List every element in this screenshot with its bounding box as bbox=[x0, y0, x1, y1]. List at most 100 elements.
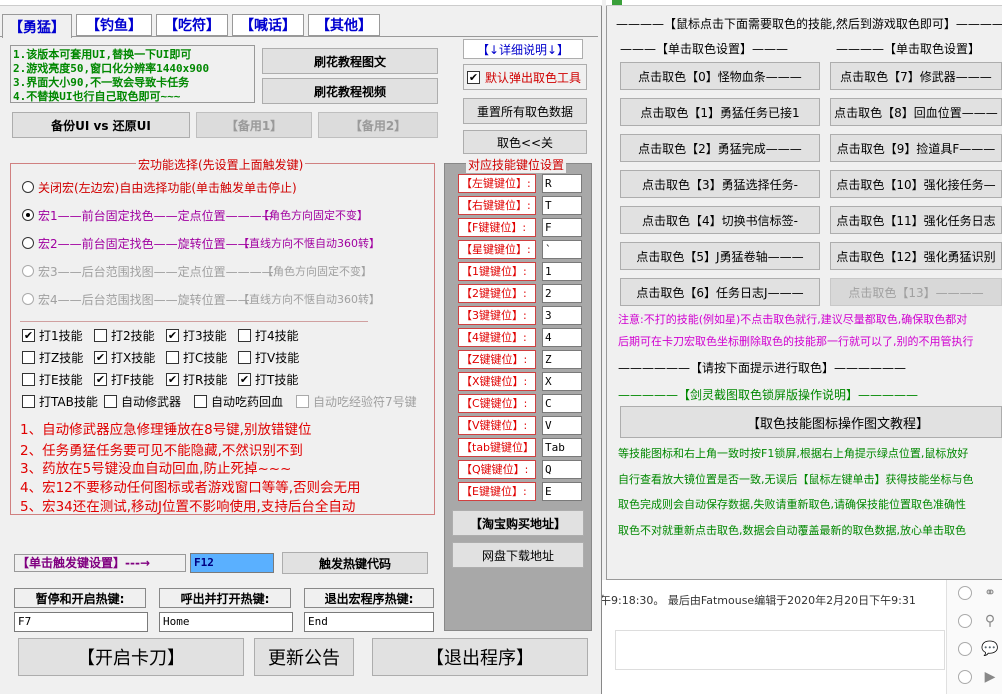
trigger-code-button[interactable]: 触发热键代码 bbox=[282, 552, 428, 574]
note-line-b: 后期可在卡刀宏取色坐标删除取色的技能那一行就可以了,别的不用管执行 bbox=[618, 335, 974, 348]
show-hotkey-input[interactable]: Home bbox=[159, 612, 293, 632]
tab-qita[interactable]: 【其他】 bbox=[308, 14, 380, 36]
tab-yongmeng[interactable]: 【勇猛】 bbox=[2, 14, 72, 38]
spare1-button[interactable]: 【备用1】 bbox=[196, 112, 312, 138]
pick-color-11-button[interactable]: 点击取色【11】强化任务日志 bbox=[830, 206, 1002, 234]
key-input-c[interactable]: C bbox=[542, 394, 582, 413]
pick-color-8-button[interactable]: 点击取色【8】回血位置——— bbox=[830, 98, 1002, 126]
key-input-v[interactable]: V bbox=[542, 416, 582, 435]
chk-auto-potion[interactable] bbox=[194, 395, 207, 408]
radio-macro-1[interactable] bbox=[22, 209, 34, 221]
pick-color-4-button[interactable]: 点击取色【4】切换书信标签- bbox=[620, 206, 820, 234]
key-input-star[interactable]: ` bbox=[542, 240, 582, 259]
key-input-x[interactable]: X bbox=[542, 372, 582, 391]
exit-button[interactable]: 【退出程序】 bbox=[372, 638, 588, 676]
chk-skill-3-label: 打3技能 bbox=[183, 329, 227, 343]
macro-group-title: 宏功能选择(先设置上面触发键) bbox=[136, 156, 306, 173]
flower-tutorial-image-button[interactable]: 刷花教程图文 bbox=[262, 48, 438, 74]
pause-hotkey-label: 暂停和开启热键: bbox=[14, 588, 146, 608]
key-input-left[interactable]: R bbox=[542, 174, 582, 193]
bg-radio-2[interactable] bbox=[958, 586, 972, 600]
chk-skill-x[interactable]: ✔ bbox=[94, 351, 107, 364]
chk-auto-repair[interactable] bbox=[104, 395, 117, 408]
key-label-x: 【X键键位】: bbox=[458, 372, 536, 391]
key-label-3: 【3键键位】: bbox=[458, 306, 536, 325]
chk-skill-3[interactable]: ✔ bbox=[166, 329, 179, 342]
taobao-button[interactable]: 【淘宝购买地址】 bbox=[452, 510, 584, 536]
comment-icon[interactable]: 💬 bbox=[978, 638, 1002, 660]
bg-radio-5[interactable] bbox=[958, 670, 972, 684]
radio-macro-3[interactable] bbox=[22, 265, 34, 277]
chk-skill-r[interactable]: ✔ bbox=[166, 373, 179, 386]
tab-chifu[interactable]: 【吃符】 bbox=[156, 14, 228, 36]
note-line-4: 4.不替换UI也行自己取色即可~~~ bbox=[13, 90, 181, 103]
right-titlebar bbox=[606, 0, 1002, 6]
pick-color-0-button[interactable]: 点击取色【0】怪物血条——— bbox=[620, 62, 820, 90]
radio-macro-off[interactable] bbox=[22, 181, 34, 193]
bg-radio-3[interactable] bbox=[958, 614, 972, 628]
key-input-2[interactable]: 2 bbox=[542, 284, 582, 303]
key-input-3[interactable]: 3 bbox=[542, 306, 582, 325]
key-input-1[interactable]: 1 bbox=[542, 262, 582, 281]
notice-button[interactable]: 更新公告 bbox=[254, 638, 354, 676]
tutorial-button[interactable]: 【取色技能图标操作图文教程】 bbox=[620, 406, 1002, 438]
pick-color-2-button[interactable]: 点击取色【2】勇猛完成——— bbox=[620, 134, 820, 162]
key-input-tab[interactable]: Tab bbox=[542, 438, 582, 457]
trigger-key-input[interactable]: F12 bbox=[190, 553, 274, 573]
pause-hotkey-input[interactable]: F7 bbox=[14, 612, 148, 632]
help-line-4: 取色不对就重新点击取色,数据会自动覆盖最新的取色数据,放心单击取色 bbox=[618, 524, 966, 537]
chk-skill-z[interactable] bbox=[22, 351, 35, 364]
pick-color-5-button[interactable]: 点击取色【5】J勇猛卷轴——— bbox=[620, 242, 820, 270]
key-label-tab: 【tab键键位】: bbox=[458, 438, 536, 457]
bg-radio-4[interactable] bbox=[958, 642, 972, 656]
backup-ui-button[interactable]: 备份UI vs 还原UI bbox=[12, 112, 190, 138]
chk-skill-x-label: 打X技能 bbox=[111, 351, 156, 365]
key-input-right[interactable]: T bbox=[542, 196, 582, 215]
pick-color-12-button[interactable]: 点击取色【12】强化勇猛识别 bbox=[830, 242, 1002, 270]
chk-skill-4[interactable] bbox=[238, 329, 251, 342]
tab-hanhua[interactable]: 【喊话】 bbox=[232, 14, 304, 36]
chk-skill-1[interactable]: ✔ bbox=[22, 329, 35, 342]
chk-skill-e[interactable] bbox=[22, 373, 35, 386]
key-input-f[interactable]: F bbox=[542, 218, 582, 237]
pick-color-3-button[interactable]: 点击取色【3】勇猛选择任务- bbox=[620, 170, 820, 198]
radio-macro-1-label: 宏1——前台固定找色——定点位置———— bbox=[38, 209, 274, 223]
section-lock: —————【剑灵截图取色锁屏版操作说明】————— bbox=[618, 388, 919, 402]
play-icon[interactable]: ▶ bbox=[978, 666, 1002, 688]
pick-color-10-button[interactable]: 点击取色【10】强化接任务— bbox=[830, 170, 1002, 198]
chk-skill-f[interactable]: ✔ bbox=[94, 373, 107, 386]
exit-hotkey-input[interactable]: End bbox=[304, 612, 434, 632]
detail-button[interactable]: 【↓详细说明↓】 bbox=[463, 39, 583, 59]
show-hotkey-label: 呼出并打开热键: bbox=[159, 588, 291, 608]
tab-diaoyu[interactable]: 【钓鱼】 bbox=[76, 14, 152, 36]
pick-color-6-button[interactable]: 点击取色【6】任务日志J——— bbox=[620, 278, 820, 306]
flower-tutorial-video-button[interactable]: 刷花教程视频 bbox=[262, 78, 438, 104]
radio-macro-2[interactable] bbox=[22, 237, 34, 249]
pick-color-13-button[interactable]: 点击取色【13】———— bbox=[830, 278, 1002, 306]
radio-macro-4[interactable] bbox=[22, 293, 34, 305]
chk-skill-c[interactable] bbox=[166, 351, 179, 364]
key-input-e[interactable]: E bbox=[542, 482, 582, 501]
chk-skill-tab[interactable] bbox=[22, 395, 35, 408]
pick-color-1-button[interactable]: 点击取色【1】勇猛任务已接1 bbox=[620, 98, 820, 126]
pin-icon[interactable]: ⚲ bbox=[978, 610, 1002, 632]
app-icon bbox=[612, 0, 622, 5]
netdisk-button[interactable]: 网盘下载地址 bbox=[452, 542, 584, 568]
chk-skill-v[interactable] bbox=[238, 351, 251, 364]
pick-color-9-button[interactable]: 点击取色【9】捡道具F——— bbox=[830, 134, 1002, 162]
spare2-button[interactable]: 【备用2】 bbox=[318, 112, 438, 138]
reset-color-data-button[interactable]: 重置所有取色数据 bbox=[463, 98, 587, 124]
chk-skill-2[interactable] bbox=[94, 329, 107, 342]
start-button[interactable]: 【开启卡刀】 bbox=[18, 638, 244, 676]
key-input-z[interactable]: Z bbox=[542, 350, 582, 369]
color-close-button[interactable]: 取色<<关 bbox=[463, 130, 587, 154]
chk-skill-e-label: 打E技能 bbox=[39, 373, 83, 387]
link-icon[interactable]: ⚭ bbox=[978, 582, 1002, 604]
radio-macro-2-label: 宏2——前台固定找色——旋转位置—— bbox=[38, 237, 250, 251]
radio-macro-2-suffix: 【直线方向不惬自动360转】 bbox=[238, 237, 380, 250]
chk-auto-exp[interactable] bbox=[296, 395, 309, 408]
chk-skill-t[interactable]: ✔ bbox=[238, 373, 251, 386]
key-input-q[interactable]: Q bbox=[542, 460, 582, 479]
key-input-4[interactable]: 4 bbox=[542, 328, 582, 347]
pick-color-7-button[interactable]: 点击取色【7】修武器——— bbox=[830, 62, 1002, 90]
